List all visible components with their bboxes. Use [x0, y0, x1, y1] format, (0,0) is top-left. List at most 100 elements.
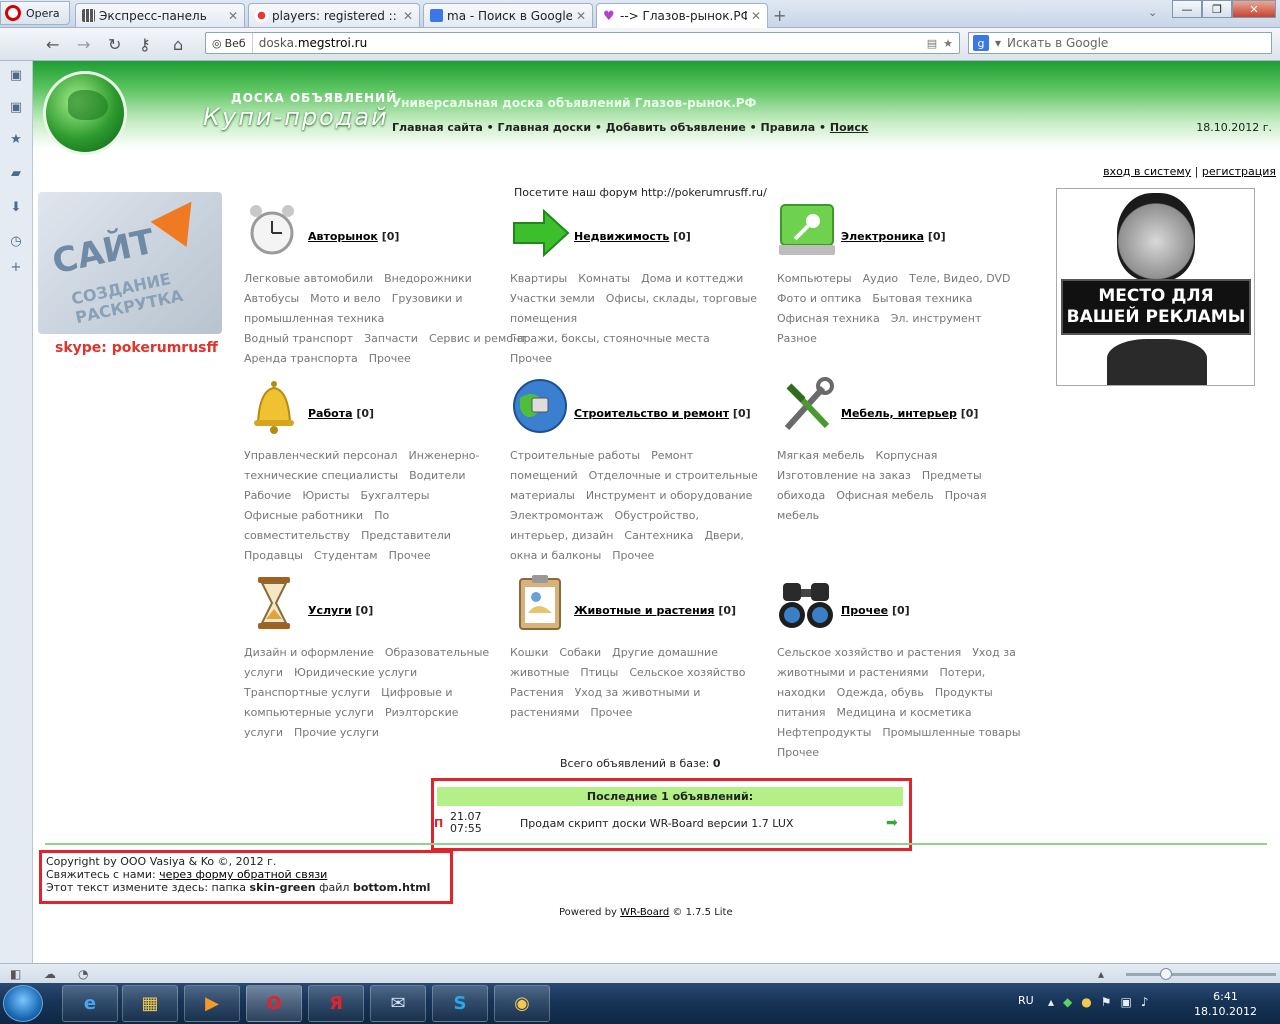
subcategory-link[interactable]: Юристы — [302, 489, 349, 502]
subcategory-link[interactable]: Легковые автомобили — [244, 272, 373, 285]
url-text[interactable]: doska.megstroi.ru — [253, 36, 927, 50]
subcategory-link[interactable]: Прочее — [590, 706, 632, 719]
nav-main-board[interactable]: Главная доски — [498, 121, 592, 134]
subcategory-link[interactable]: Прочее — [612, 549, 654, 562]
notes-icon[interactable]: ▰ — [9, 167, 23, 181]
subcategory-link[interactable]: Квартиры — [510, 272, 567, 285]
action-center-icon[interactable]: ⚑ — [1101, 995, 1112, 1009]
zoom-slider-handle[interactable] — [1160, 968, 1172, 980]
subcategory-link[interactable]: Мягкая мебель — [777, 449, 865, 462]
history-icon[interactable]: ◷ — [9, 235, 23, 249]
nav-main-site[interactable]: Главная сайта — [392, 121, 483, 134]
subcategory-link[interactable]: Фото и оптика — [777, 292, 861, 305]
tab-list-chevron-icon[interactable]: ⌄ — [1148, 6, 1157, 19]
subcategory-link[interactable]: Автобусы — [244, 292, 299, 305]
search-input[interactable]: g ▾ Искать в Google — [968, 32, 1272, 54]
zoom-up-icon[interactable]: ▴ — [1098, 967, 1104, 981]
subcategory-link[interactable]: Собаки — [559, 646, 601, 659]
subcategory-link[interactable]: Дизайн и оформление — [244, 646, 374, 659]
network-icon[interactable]: ▣ — [1121, 995, 1132, 1009]
tab-google-search[interactable]: ma - Поиск в Google ✕ — [423, 3, 593, 27]
bookmark-star-icon[interactable]: ★ — [943, 37, 953, 50]
skype-icon[interactable]: S — [432, 985, 488, 1022]
subcategory-link[interactable]: Прочие услуги — [294, 726, 379, 739]
explorer-icon[interactable]: ▦ — [122, 985, 178, 1022]
subcategory-link[interactable]: Прочее — [777, 746, 819, 759]
bookmarks-panel-icon[interactable]: ▣ — [9, 69, 23, 83]
green-arrow-icon[interactable]: ➡ — [886, 815, 898, 831]
nav-add-ad[interactable]: Добавить объявление — [606, 121, 746, 134]
opera-menu-button[interactable]: Opera — [0, 1, 70, 25]
subcategory-link[interactable]: Прочее — [369, 352, 411, 365]
tray-expand-icon[interactable]: ▴ — [1048, 995, 1054, 1009]
key-icon[interactable]: ⚷ — [139, 35, 151, 54]
subcategory-link[interactable]: Прочее — [389, 549, 431, 562]
subcategory-link[interactable]: Мото и вело — [310, 292, 381, 305]
search-engine-dropdown-icon[interactable]: ▾ — [995, 36, 1001, 50]
favorites-star-icon[interactable]: ★ — [9, 133, 23, 147]
ad-title-link[interactable]: Продам скрипт доски WR-Board версии 1.7 … — [520, 817, 793, 830]
subcategory-link[interactable]: Дома и коттеджи — [641, 272, 743, 285]
language-indicator[interactable]: RU — [1018, 994, 1034, 1007]
volume-icon[interactable]: ♪ — [1141, 995, 1149, 1009]
subcategory-link[interactable]: Одежда, обувь — [837, 686, 924, 699]
media-player-icon[interactable]: ▶ — [184, 985, 240, 1022]
subcategory-link[interactable]: Транспортные услуги — [244, 686, 370, 699]
panel-toggle-icon[interactable]: ◧ — [10, 967, 21, 981]
subcategory-link[interactable]: Разное — [777, 332, 817, 345]
norton-icon[interactable]: ● — [1081, 995, 1091, 1009]
category-link[interactable]: Мебель, интерьер — [841, 407, 957, 420]
close-icon[interactable]: ✕ — [576, 9, 586, 23]
subcategory-link[interactable]: Растения — [510, 686, 564, 699]
subcategory-link[interactable]: Аренда транспорта — [244, 352, 358, 365]
close-icon[interactable]: ✕ — [403, 9, 413, 23]
forward-arrow-icon[interactable]: → — [77, 35, 90, 54]
tab-speed-dial[interactable]: Экспресс-панель ✕ — [75, 3, 245, 27]
subcategory-link[interactable]: Инструмент и оборудование — [586, 489, 753, 502]
chrome-icon[interactable]: ◉ — [494, 985, 550, 1022]
turbo-icon[interactable]: ◔ — [78, 967, 88, 981]
minimize-button[interactable]: — — [1172, 0, 1202, 18]
category-link[interactable]: Недвижимость — [574, 230, 669, 243]
reload-icon[interactable]: ↻ — [108, 35, 121, 54]
downloads-icon[interactable]: ⬇ — [9, 201, 23, 215]
subcategory-link[interactable]: Корпусная — [876, 449, 938, 462]
subcategory-link[interactable]: Запчасти — [364, 332, 418, 345]
subcategory-link[interactable]: Прочее — [510, 352, 552, 365]
category-link[interactable]: Работа — [308, 407, 353, 420]
subcategory-link[interactable]: Водители — [409, 469, 465, 482]
mail-icon[interactable]: ✉ — [370, 985, 426, 1022]
tab-players[interactable]: players: registered :: Re... ✕ — [248, 3, 420, 27]
nav-rules[interactable]: Правила — [761, 121, 816, 134]
subcategory-link[interactable]: Кошки — [510, 646, 548, 659]
bookmarks-star-panel-icon[interactable]: ▣ — [9, 101, 23, 115]
subcategory-link[interactable]: Сантехника — [624, 529, 693, 542]
start-button[interactable] — [3, 985, 43, 1022]
login-link[interactable]: вход в систему — [1103, 165, 1191, 178]
subcategory-link[interactable]: Компьютеры — [777, 272, 852, 285]
add-panel-icon[interactable]: + — [9, 261, 23, 275]
address-bar[interactable]: ◎ Веб doska.megstroi.ru ▤ ★ — [205, 32, 960, 54]
back-arrow-icon[interactable]: ← — [46, 35, 59, 54]
tray-clock[interactable]: 6:41 18.10.2012 — [1194, 989, 1257, 1019]
subcategory-link[interactable]: Бытовая техника — [872, 292, 972, 305]
yandex-icon[interactable]: Я — [308, 985, 364, 1022]
maximize-button[interactable]: ❐ — [1202, 0, 1232, 18]
subcategory-link[interactable]: Гаражи, боксы, стояночные места — [510, 332, 710, 345]
subcategory-link[interactable]: Внедорожники — [384, 272, 472, 285]
web-badge[interactable]: ◎ Веб — [206, 33, 253, 53]
subcategory-link[interactable]: Сельское хозяйство — [629, 666, 745, 679]
home-icon[interactable]: ⌂ — [173, 35, 183, 54]
category-link[interactable]: Строительство и ремонт — [574, 407, 729, 420]
subcategory-link[interactable]: Эл. инструмент — [891, 312, 982, 325]
close-icon[interactable]: ✕ — [228, 9, 238, 23]
subcategory-link[interactable]: Теле, Видео, DVD — [909, 272, 1010, 285]
subcategory-link[interactable]: Комнаты — [578, 272, 630, 285]
subcategory-link[interactable]: Птицы — [580, 666, 618, 679]
register-link[interactable]: регистрация — [1202, 165, 1276, 178]
subcategory-link[interactable]: Аудио — [863, 272, 899, 285]
category-link[interactable]: Прочее — [841, 604, 888, 617]
tab-glazov-rynok[interactable]: ♥ --> Глазов-рынок.РФ ✕ — [596, 3, 768, 28]
subcategory-link[interactable]: Студентам — [314, 549, 378, 562]
subcategory-link[interactable]: Сельское хозяйство и растения — [777, 646, 961, 659]
